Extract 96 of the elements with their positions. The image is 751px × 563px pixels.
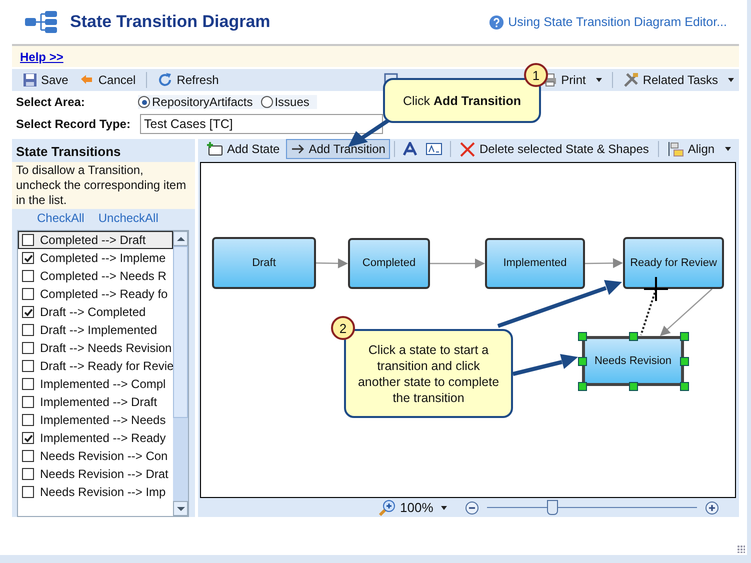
diagram-icon xyxy=(24,10,58,34)
help-link[interactable]: Help >> xyxy=(20,50,64,64)
check-all-link[interactable]: CheckAll xyxy=(37,211,84,227)
record-type-dropdown[interactable]: Test Cases [TC] xyxy=(140,114,383,134)
checkbox[interactable] xyxy=(22,252,34,264)
pending-transition-line xyxy=(640,288,657,336)
caret-icon xyxy=(724,147,731,152)
uncheck-all-link[interactable]: UncheckAll xyxy=(98,211,158,227)
transition-item[interactable]: Implemented --> Needs xyxy=(18,411,173,429)
resize-handle[interactable] xyxy=(680,356,689,366)
transition-item[interactable]: Draft --> Ready for Revie xyxy=(18,357,173,375)
state-node[interactable]: Ready for Review xyxy=(623,236,724,289)
caret-icon xyxy=(441,506,448,510)
callout-text: Click Add Transition xyxy=(402,94,522,108)
transition-item[interactable]: Completed --> Ready fo xyxy=(18,285,173,303)
align-icon xyxy=(668,141,684,158)
transition-item[interactable]: Implemented --> Draft xyxy=(18,393,173,411)
resize-handle[interactable] xyxy=(629,332,638,341)
radio-button[interactable] xyxy=(138,96,150,108)
state-node[interactable]: Needs Revision xyxy=(582,336,684,386)
resize-handle[interactable] xyxy=(578,382,587,391)
delete-button[interactable]: Delete selected State & Shapes xyxy=(455,139,654,160)
transition-arrow xyxy=(316,258,348,268)
transition-item[interactable]: Needs Revision --> Con xyxy=(18,447,173,465)
transition-item[interactable]: Completed --> Impleme xyxy=(18,249,173,267)
transition-item[interactable]: Completed --> Draft xyxy=(18,231,173,249)
radio-button[interactable] xyxy=(260,96,273,108)
refresh-icon xyxy=(156,72,173,88)
checkbox[interactable] xyxy=(22,360,34,372)
zoom-level[interactable]: 100% xyxy=(400,500,434,515)
resize-handle[interactable] xyxy=(680,382,689,391)
checkbox[interactable] xyxy=(22,378,34,390)
new-shape-icon xyxy=(207,142,223,156)
checkbox[interactable] xyxy=(22,234,34,246)
caret-icon xyxy=(728,78,734,82)
transition-arrow xyxy=(660,288,712,336)
transition-item[interactable]: Implemented --> Compl xyxy=(18,375,173,393)
checkbox[interactable] xyxy=(22,306,34,318)
transition-item[interactable]: Needs Revision --> Imp xyxy=(18,483,173,501)
slider-thumb[interactable] xyxy=(547,500,558,514)
checkbox[interactable] xyxy=(22,414,34,426)
checkbox[interactable] xyxy=(22,270,34,282)
state-node[interactable]: Implemented xyxy=(485,238,585,289)
state-node[interactable]: Completed xyxy=(348,238,430,289)
checkbox[interactable] xyxy=(22,324,34,336)
align-button[interactable]: Align xyxy=(662,139,736,160)
hint-text: To disallow a Transition, uncheck the corresponding item in the list. xyxy=(12,162,195,209)
zoom-slider[interactable] xyxy=(487,500,698,516)
panel-title: State Transitions xyxy=(15,143,122,161)
letter-icon xyxy=(403,142,418,156)
zoom-out-icon[interactable] xyxy=(465,500,480,514)
transition-item[interactable]: Needs Revision --> Drat xyxy=(18,465,173,483)
floppy-icon xyxy=(23,73,37,87)
help-icon xyxy=(489,14,504,30)
add-transition-button[interactable]: Add Transition xyxy=(286,139,390,160)
checkbox[interactable] xyxy=(22,450,34,462)
resize-handle[interactable] xyxy=(680,332,689,341)
transition-item[interactable]: Implemented --> Ready xyxy=(18,429,173,447)
transition-item[interactable]: Draft --> Implemented xyxy=(18,321,173,339)
resize-handle[interactable] xyxy=(578,332,587,341)
zoom-in-icon[interactable] xyxy=(705,500,720,514)
field-label: Select Area: xyxy=(16,95,86,109)
checkbox[interactable] xyxy=(22,342,34,354)
scrollbar[interactable] xyxy=(173,231,188,516)
radio-option[interactable]: Issues xyxy=(260,95,310,109)
caret-icon xyxy=(596,78,602,82)
save-button[interactable]: Save xyxy=(18,70,74,90)
callout-text: Click a state to start a transition and click another state to complete the transition xyxy=(356,342,500,406)
page-title: State Transition Diagram xyxy=(70,12,270,32)
resize-grip-icon[interactable] xyxy=(737,545,745,553)
related-tasks-button[interactable]: Related Tasks xyxy=(618,70,739,90)
transition-arrow xyxy=(430,258,485,268)
crosshair-icon xyxy=(644,276,668,301)
tools-icon xyxy=(622,72,639,88)
checkbox[interactable] xyxy=(22,288,34,300)
refresh-button[interactable]: Refresh xyxy=(152,70,224,90)
transition-item[interactable]: Draft --> Completed xyxy=(18,303,173,321)
checkbox[interactable] xyxy=(22,468,34,480)
zoom-icon xyxy=(378,498,396,516)
help-link[interactable]: Using State Transition Diagram Editor... xyxy=(508,15,727,29)
transition-item[interactable]: Completed --> Needs R xyxy=(18,267,173,285)
back-arrow-icon xyxy=(80,74,94,86)
radio-option[interactable]: RepositoryArtifacts xyxy=(138,95,253,109)
state-node[interactable]: Draft xyxy=(212,236,316,289)
transition-arrow xyxy=(585,258,623,268)
resize-handle[interactable] xyxy=(578,356,587,366)
close-icon xyxy=(460,142,476,157)
cancel-button[interactable]: Cancel xyxy=(75,70,141,90)
checkbox[interactable] xyxy=(22,432,34,444)
text-box-icon xyxy=(426,143,442,156)
checkbox[interactable] xyxy=(22,396,34,408)
arrow-icon xyxy=(290,143,305,156)
checkbox[interactable] xyxy=(22,486,34,498)
transition-item[interactable]: Draft --> Needs Revision xyxy=(18,339,173,357)
field-label: Select Record Type: xyxy=(16,117,132,131)
add-state-button[interactable]: Add State xyxy=(202,139,285,160)
